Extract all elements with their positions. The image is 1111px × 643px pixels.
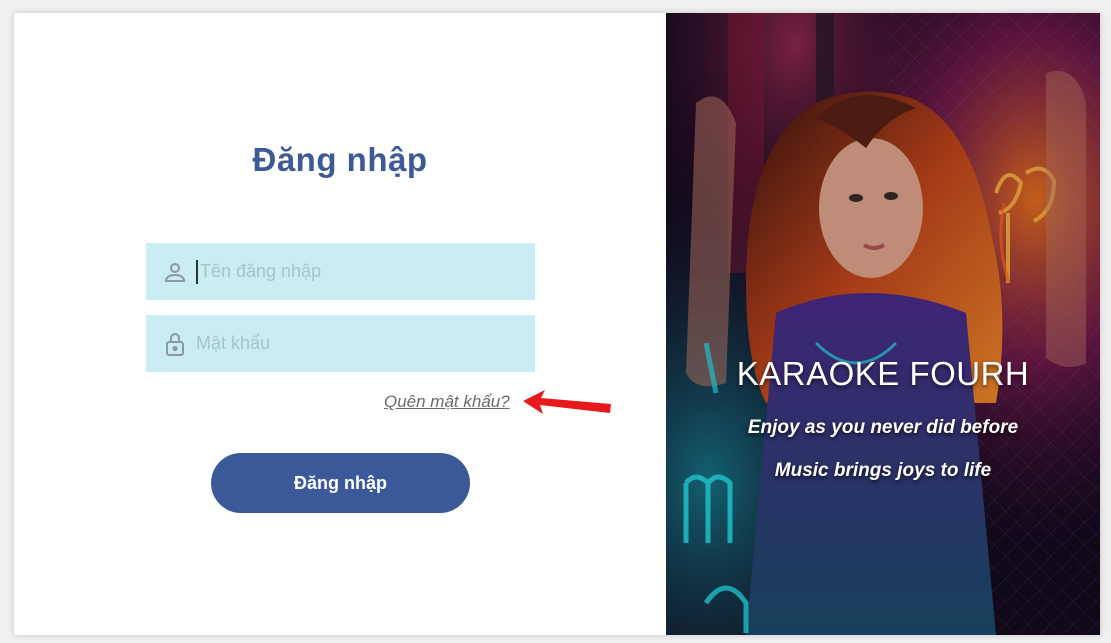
username-field[interactable] <box>146 243 535 300</box>
hero-image <box>666 13 1100 635</box>
hero-panel: KARAOKE FOURH Enjoy as you never did bef… <box>666 13 1100 635</box>
login-button[interactable]: Đăng nhập <box>211 453 470 513</box>
password-input[interactable] <box>196 315 535 372</box>
red-arrow-icon <box>523 390 611 414</box>
brand-title: KARAOKE FOURH <box>736 355 1030 392</box>
username-input[interactable] <box>200 243 535 300</box>
forgot-password-link[interactable]: Quên mật khẩu? <box>384 392 510 412</box>
login-panel: Đăng nhập Quên mật khẩu? <box>14 13 666 635</box>
text-caret <box>196 259 198 284</box>
tagline-primary: Enjoy as you never did before <box>747 417 1019 438</box>
page-title: Đăng nhập <box>252 141 428 178</box>
lock-icon <box>162 331 188 357</box>
password-field[interactable] <box>146 315 535 372</box>
tagline-secondary: Music brings joys to life <box>774 460 992 481</box>
login-window: Đăng nhập Quên mật khẩu? <box>14 13 1100 635</box>
user-icon <box>162 259 188 285</box>
